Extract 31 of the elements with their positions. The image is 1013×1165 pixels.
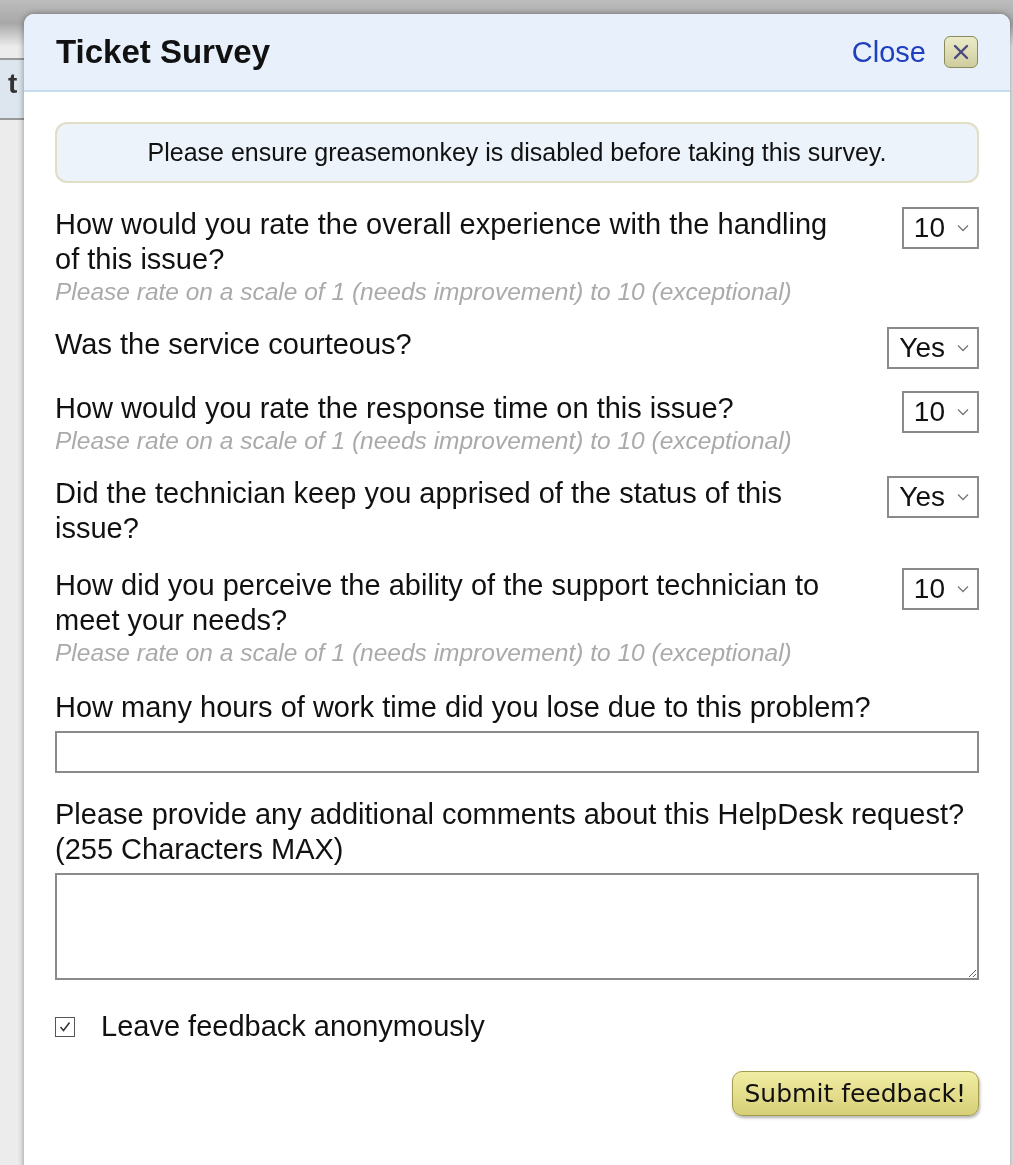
- comments-field[interactable]: [55, 873, 979, 980]
- notice-banner: Please ensure greasemonkey is disabled before taking this survey.: [55, 122, 979, 183]
- dropdown[interactable]: Yes: [887, 327, 979, 369]
- chevron-icon: [957, 344, 969, 352]
- checkbox[interactable]: [55, 1016, 75, 1037]
- question-label: Please provide any additional comments about this HelpDesk request? (255 Characters MAX): [55, 797, 966, 867]
- checkbox-label: Leave feedback anonymously: [101, 1010, 485, 1043]
- page-tab-fragment: t: [8, 68, 18, 100]
- dropdown[interactable]: Yes: [887, 476, 979, 518]
- dropdown[interactable]: 10: [901, 568, 979, 610]
- question-label: How did you perceive the ability of the support technician to meet your needs?: [55, 568, 821, 638]
- question-label: How would you rate the overall experience with the handling of this issue?: [55, 207, 829, 277]
- chevron-icon: [957, 493, 969, 501]
- chevron-icon: [957, 408, 969, 416]
- question-label: How many hours of work time did you lose due to this problem?: [55, 690, 872, 725]
- hint-text: Please rate on a scale of 1 (needs improvement) to 10 (exceptional): [55, 279, 793, 305]
- chevron-icon: [957, 224, 969, 232]
- text-field[interactable]: [55, 731, 979, 773]
- question-label: How would you rate the response time on this issue?: [55, 391, 735, 426]
- hint-text: Please rate on a scale of 1 (needs improvement) to 10 (exceptional): [55, 640, 793, 666]
- question-label: Did the technician keep you apprised of the status of this issue?: [55, 476, 784, 546]
- dropdown[interactable]: 10: [901, 207, 979, 249]
- hint-text: Please rate on a scale of 1 (needs improvement) to 10 (exceptional): [55, 428, 793, 454]
- dropdown[interactable]: 10: [901, 391, 979, 433]
- close-icon[interactable]: [944, 36, 978, 68]
- question-label: Was the service courteous?: [55, 327, 413, 362]
- submit-button[interactable]: Submit feedback!: [731, 1071, 979, 1116]
- checkmark-icon: [58, 1019, 72, 1034]
- close-link[interactable]: Close: [851, 35, 926, 69]
- chevron-icon: [957, 585, 969, 593]
- dialog-title: Ticket Survey: [56, 33, 271, 71]
